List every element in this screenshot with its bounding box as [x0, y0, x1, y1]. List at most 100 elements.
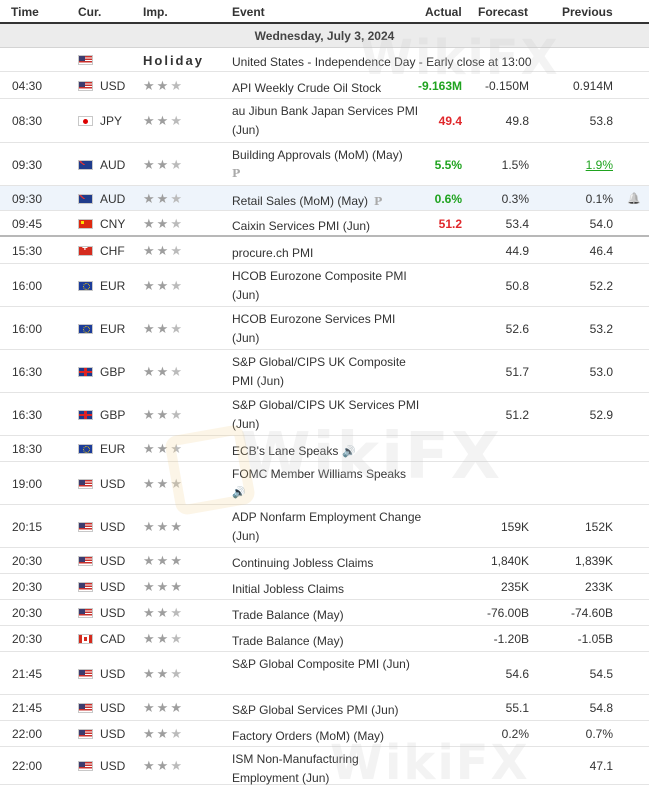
row-event[interactable]: FOMC Member Williams Speaks 🔊: [232, 465, 422, 503]
table-row[interactable]: 09:30 AUD ★★★ Retail Sales (MoM) (May) P 0.6%…: [0, 186, 649, 211]
table-row[interactable]: 21:45 USD ★★★ S&P Global Composite PMI (Jun…: [0, 652, 649, 695]
table-row[interactable]: 18:30 EUR ★★★ ECB's Lane Speaks 🔊: [0, 436, 649, 462]
table-row[interactable]: 20:15 USD ★★★ ADP Nonfarm Employment Change…: [0, 505, 649, 548]
row-event[interactable]: Continuing Jobless Claims: [232, 554, 422, 573]
col-importance-header[interactable]: Imp.: [143, 5, 168, 19]
event-name[interactable]: Trade Balance (May): [232, 608, 344, 622]
event-name[interactable]: HCOB Eurozone Services PMI (Jun): [232, 312, 395, 345]
bell-plus-icon[interactable]: 🔔: [627, 192, 641, 205]
importance-stars: ★★★: [143, 631, 184, 647]
table-row[interactable]: 16:00 EUR ★★★ HCOB Eurozone Composite PMI (…: [0, 264, 649, 307]
star-empty-icon: ★: [170, 77, 184, 93]
row-event[interactable]: Retail Sales (MoM) (May) P: [232, 192, 422, 211]
table-row[interactable]: Holiday United States - Independence Day …: [0, 48, 649, 72]
event-name[interactable]: ISM Non-Manufacturing Employment (Jun): [232, 752, 359, 785]
importance-stars: ★★★: [143, 321, 184, 337]
row-time: 20:30: [12, 554, 43, 568]
date-bar: Wednesday, July 3, 2024: [0, 24, 649, 48]
table-row[interactable]: 20:30 USD ★★★ Continuing Jobless Claims 1,84…: [0, 548, 649, 574]
table-row[interactable]: 19:00 USD ★★★ FOMC Member Williams Speaks 🔊: [0, 462, 649, 505]
row-event[interactable]: HCOB Eurozone Services PMI (Jun): [232, 310, 422, 348]
table-row[interactable]: 08:30 JPY ★★★ au Jibun Bank Japan Services …: [0, 99, 649, 143]
star-filled-icon: ★: [143, 726, 157, 741]
col-forecast-header[interactable]: Forecast: [478, 5, 528, 19]
event-name[interactable]: S&P Global Composite PMI (Jun): [232, 657, 410, 671]
event-name[interactable]: procure.ch PMI: [232, 246, 313, 260]
event-name[interactable]: ECB's Lane Speaks: [232, 444, 338, 458]
row-currency: GBP: [100, 364, 126, 379]
importance-stars: ★★★: [143, 726, 184, 742]
col-time-header[interactable]: Time: [11, 5, 39, 19]
event-name[interactable]: S&P Global/CIPS UK Composite PMI (Jun): [232, 355, 406, 388]
table-row[interactable]: 22:00 USD ★★★ Factory Orders (MoM) (May) 0.2…: [0, 721, 649, 747]
row-actual: 0.6%: [434, 191, 462, 206]
col-actual-header[interactable]: Actual: [425, 5, 462, 19]
event-name[interactable]: au Jibun Bank Japan Services PMI (Jun): [232, 104, 418, 137]
star-empty-icon: ★: [170, 406, 184, 422]
row-event[interactable]: Caixin Services PMI (Jun): [232, 217, 422, 236]
event-name[interactable]: Factory Orders (MoM) (May): [232, 729, 384, 743]
event-name[interactable]: United States - Independence Day - Early…: [232, 55, 532, 69]
star-filled-icon: ★: [156, 475, 171, 491]
event-name[interactable]: FOMC Member Williams Speaks: [232, 467, 406, 481]
flag-us-icon: [78, 703, 93, 713]
col-event-header[interactable]: Event: [232, 5, 265, 19]
event-name[interactable]: Building Approvals (MoM) (May): [232, 148, 403, 162]
star-filled-icon: ★: [143, 320, 157, 336]
table-row[interactable]: 16:30 GBP ★★★ S&P Global/CIPS UK Services P…: [0, 393, 649, 436]
table-row[interactable]: 20:30 CAD ★★★ Trade Balance (May) -1.20B -1.0…: [0, 626, 649, 652]
row-currency: EUR: [100, 278, 126, 293]
speaker-icon[interactable]: 🔊: [232, 484, 422, 503]
row-previous: 47.1: [589, 759, 613, 773]
row-event[interactable]: API Weekly Crude Oil Stock: [232, 79, 422, 98]
table-row[interactable]: 21:45 USD ★★★ S&P Global Services PMI (Jun)…: [0, 695, 649, 721]
star-filled-icon: ★: [156, 758, 171, 773]
event-name[interactable]: S&P Global Services PMI (Jun): [232, 703, 399, 717]
star-filled-icon: ★: [143, 242, 157, 258]
table-row[interactable]: 22:00 USD ★★★ ISM Non-Manufacturing Employm…: [0, 747, 649, 785]
row-event[interactable]: HCOB Eurozone Composite PMI (Jun): [232, 267, 422, 305]
table-row[interactable]: 16:00 EUR ★★★ HCOB Eurozone Services PMI (J…: [0, 307, 649, 350]
row-event[interactable]: S&P Global/CIPS UK Services PMI (Jun): [232, 396, 422, 434]
row-event[interactable]: procure.ch PMI: [232, 244, 422, 263]
star-filled-icon: ★: [143, 605, 157, 620]
event-name[interactable]: Retail Sales (MoM) (May): [232, 194, 368, 208]
table-row[interactable]: 16:30 GBP ★★★ S&P Global/CIPS UK Composite …: [0, 350, 649, 393]
star-filled-icon: ★: [156, 77, 171, 93]
row-event[interactable]: S&P Global Composite PMI (Jun): [232, 655, 422, 674]
row-event[interactable]: Trade Balance (May): [232, 606, 422, 625]
event-name[interactable]: Initial Jobless Claims: [232, 582, 344, 596]
row-event[interactable]: Trade Balance (May): [232, 632, 422, 651]
row-event[interactable]: ISM Non-Manufacturing Employment (Jun): [232, 750, 422, 788]
row-event[interactable]: United States - Independence Day - Early…: [232, 53, 552, 72]
col-currency-header[interactable]: Cur.: [78, 5, 101, 19]
event-name[interactable]: Caixin Services PMI (Jun): [232, 219, 370, 233]
row-event[interactable]: ADP Nonfarm Employment Change (Jun): [232, 508, 422, 546]
row-time: 09:30: [12, 191, 43, 206]
table-row[interactable]: 09:30 AUD ★★★ Building Approvals (MoM) (May…: [0, 143, 649, 186]
event-name[interactable]: Trade Balance (May): [232, 634, 344, 648]
speaker-icon[interactable]: 🔊: [342, 446, 356, 458]
table-row[interactable]: 15:30CHF★★★procure.ch PMI44.946.4: [0, 237, 649, 264]
row-event[interactable]: ECB's Lane Speaks 🔊: [232, 442, 422, 462]
event-name[interactable]: S&P Global/CIPS UK Services PMI (Jun): [232, 398, 419, 431]
row-importance: Holiday: [143, 53, 204, 68]
event-name[interactable]: ADP Nonfarm Employment Change (Jun): [232, 510, 421, 543]
event-name[interactable]: API Weekly Crude Oil Stock: [232, 81, 381, 95]
row-event[interactable]: Initial Jobless Claims: [232, 580, 422, 599]
flag-us-icon: [78, 55, 93, 65]
row-event[interactable]: Factory Orders (MoM) (May): [232, 727, 422, 746]
event-name[interactable]: Continuing Jobless Claims: [232, 556, 373, 570]
row-event[interactable]: au Jibun Bank Japan Services PMI (Jun): [232, 102, 422, 140]
star-empty-icon: ★: [170, 605, 184, 620]
row-event[interactable]: S&P Global Services PMI (Jun): [232, 701, 422, 720]
col-previous-header[interactable]: Previous: [562, 5, 613, 19]
star-empty-icon: ★: [170, 320, 184, 336]
table-row[interactable]: 20:30 USD ★★★ Initial Jobless Claims 235K 233…: [0, 574, 649, 600]
row-event[interactable]: Building Approvals (MoM) (May) P: [232, 146, 422, 183]
table-row[interactable]: 20:30 USD ★★★ Trade Balance (May) -76.00B -74…: [0, 600, 649, 626]
table-row[interactable]: 09:45 CNY ★★★ Caixin Services PMI (Jun) 51.2…: [0, 211, 649, 237]
event-name[interactable]: HCOB Eurozone Composite PMI (Jun): [232, 269, 407, 302]
row-event[interactable]: S&P Global/CIPS UK Composite PMI (Jun): [232, 353, 422, 391]
table-row[interactable]: 04:30 USD ★★★ API Weekly Crude Oil Stock -9.…: [0, 72, 649, 99]
